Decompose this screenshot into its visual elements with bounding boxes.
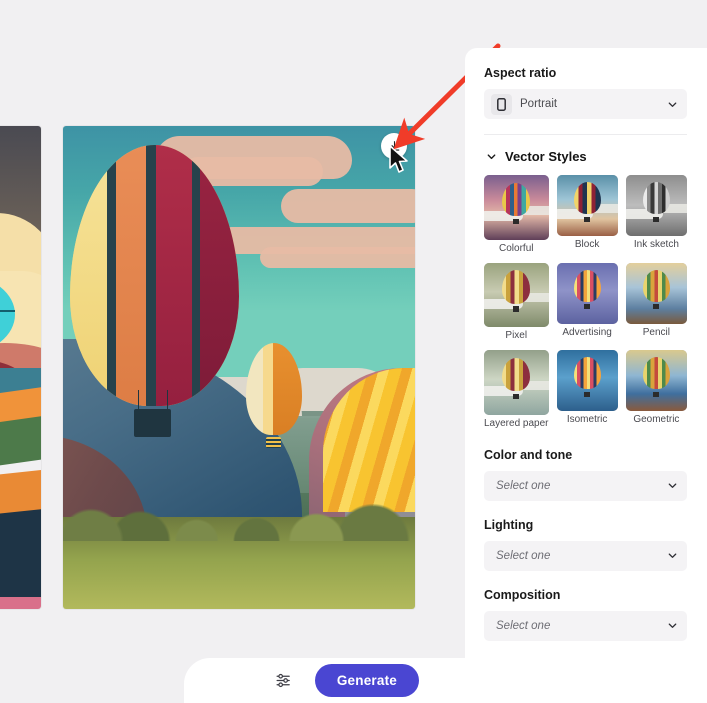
chevron-down-icon — [668, 553, 677, 558]
style-option-colorful[interactable]: Colorful — [484, 175, 549, 254]
sliders-icon — [276, 673, 291, 688]
aspect-ratio-title: Aspect ratio — [484, 66, 557, 80]
settings-sliders-button[interactable] — [271, 668, 297, 694]
style-label: Block — [574, 239, 600, 251]
canvas-area — [0, 0, 501, 703]
balloon-medium — [246, 343, 303, 448]
style-thumbnail — [625, 350, 687, 412]
style-label: Layered paper — [484, 417, 549, 429]
style-label: Pencil — [642, 326, 670, 338]
style-thumbnail — [484, 262, 549, 327]
lighting-title: Lighting — [484, 517, 534, 532]
style-option-pixel[interactable]: Pixel — [484, 262, 549, 341]
style-label: Colorful — [499, 242, 534, 254]
main-artwork — [63, 126, 415, 609]
portrait-rectangle-icon — [491, 93, 512, 115]
aspect-ratio-value: Portrait — [520, 98, 558, 110]
balloon-large — [70, 145, 239, 438]
style-label: Advertising — [562, 326, 612, 338]
aspect-ratio-select[interactable]: Portrait — [484, 89, 687, 119]
style-option-layered-paper[interactable]: Layered paper — [484, 350, 549, 429]
style-label: Ink sketch — [633, 239, 679, 251]
style-label: Pixel — [505, 330, 528, 341]
download-icon — [389, 140, 399, 151]
generate-button[interactable]: Generate — [314, 664, 419, 697]
previous-result-image[interactable] — [0, 126, 41, 609]
previous-artwork — [0, 126, 41, 609]
vector-styles-title: Vector Styles — [505, 149, 587, 164]
style-label: Isometric — [566, 414, 608, 426]
lighting-value: Select one — [496, 549, 551, 562]
style-thumbnail — [625, 262, 687, 324]
balloon-right — [323, 367, 415, 513]
main-result-image[interactable] — [63, 126, 415, 609]
color-and-tone-value: Select one — [496, 479, 551, 492]
chevron-down-icon — [668, 623, 677, 628]
bottom-toolbar: Generate — [184, 658, 465, 703]
style-thumbnail — [556, 175, 618, 237]
style-thumbnail — [484, 350, 549, 415]
vector-styles-header[interactable]: Vector Styles — [486, 149, 687, 164]
style-option-advertising[interactable]: Advertising — [556, 262, 618, 342]
app-root: Generate Aspect ratio Portrait Vector St… — [0, 0, 707, 703]
style-thumbnail — [484, 175, 549, 240]
style-option-geometric[interactable]: Geometric — [625, 350, 687, 429]
composition-value: Select one — [496, 619, 551, 632]
vector-styles-grid: Colorful Block Ink sketch Pixel Advertis… — [484, 175, 687, 429]
chevron-down-icon — [487, 154, 496, 160]
style-option-pencil[interactable]: Pencil — [625, 262, 687, 342]
style-label: Geometric — [633, 414, 680, 426]
settings-panel: Aspect ratio Portrait Vector Styles Colo… — [465, 48, 707, 703]
style-thumbnail — [625, 175, 687, 237]
panel-divider — [484, 134, 687, 135]
composition-title: Composition — [484, 587, 561, 602]
color-and-tone-select[interactable]: Select one — [484, 470, 687, 501]
chevron-down-icon — [668, 483, 677, 488]
style-option-block[interactable]: Block — [556, 175, 618, 254]
chevron-down-icon — [668, 101, 677, 107]
style-option-ink-sketch[interactable]: Ink sketch — [625, 175, 687, 254]
image-action-button[interactable] — [381, 133, 407, 159]
color-and-tone-title: Color and tone — [484, 447, 573, 462]
style-thumbnail — [556, 350, 618, 412]
composition-select[interactable]: Select one — [484, 610, 687, 641]
style-thumbnail — [556, 262, 618, 324]
lighting-select[interactable]: Select one — [484, 540, 687, 571]
style-option-isometric[interactable]: Isometric — [556, 350, 618, 429]
